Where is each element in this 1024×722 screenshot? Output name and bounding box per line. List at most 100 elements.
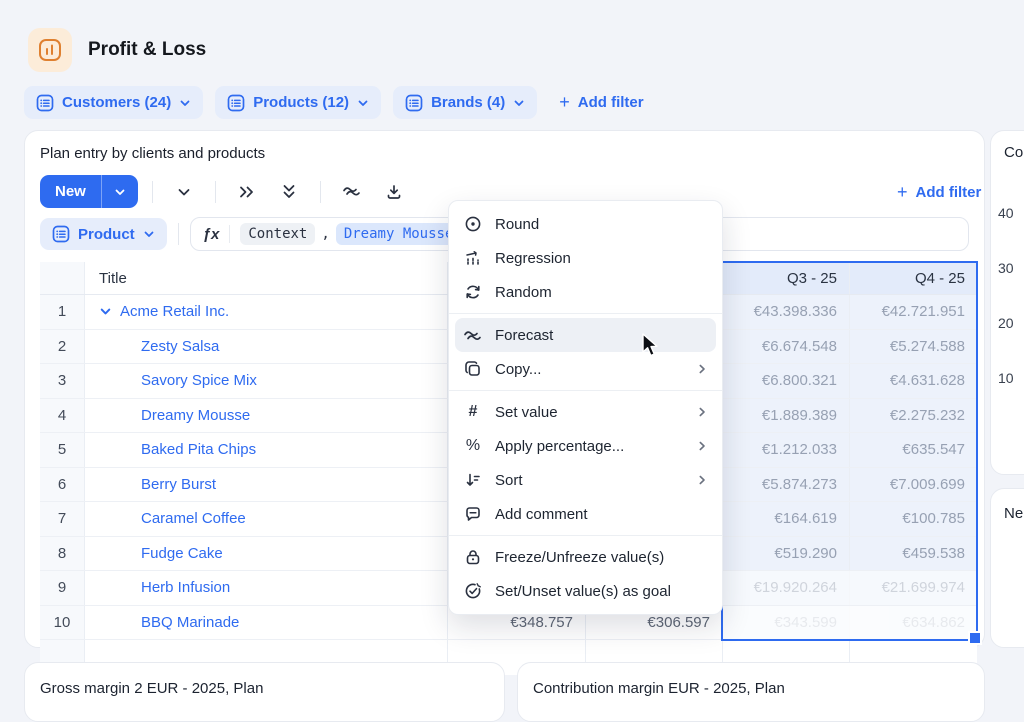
value-cell-q4[interactable]: €21.699.974 [850,571,977,605]
row-number[interactable]: 4 [40,398,85,432]
row-number[interactable]: 10 [40,605,85,639]
random-icon [463,283,483,301]
forecast-wave-icon [342,186,360,196]
column-header-q3[interactable]: Q3 - 25 [723,262,850,294]
toolbar-divider [177,223,179,245]
add-filter-button[interactable]: + Add filter [549,92,653,113]
row-number[interactable]: 3 [40,364,85,398]
row-title-cell[interactable]: Fudge Cake [85,536,448,570]
menu-item-label: Random [495,283,552,301]
new-button-label[interactable]: New [40,175,101,208]
row-number[interactable]: 6 [40,467,85,501]
menu-item-regression[interactable]: Regression [449,241,722,275]
formula-comma: , [321,226,330,242]
value-cell-q4[interactable]: €42.721.951 [850,295,977,329]
filter-chip-products[interactable]: Products (12) [215,86,382,119]
row-title-cell[interactable]: Dreamy Mousse [85,398,448,432]
filter-chip-label: Brands (4) [431,94,506,111]
fx-icon: ƒx [202,225,220,243]
comment-icon [463,505,483,523]
menu-item-label: Set/Unset value(s) as goal [495,582,671,600]
collapse-row-button[interactable] [167,175,201,208]
add-filter-label: Add filter [915,184,982,201]
expand-chevron-icon[interactable] [99,305,112,318]
percent-icon: % [465,437,481,454]
report-logo [28,28,72,72]
value-cell-q3[interactable]: €6.800.321 [723,364,850,398]
menu-item-random[interactable]: Random [449,275,722,309]
row-number[interactable]: 1 [40,295,85,329]
menu-item-label: Freeze/Unfreeze value(s) [495,548,665,566]
value-cell-q4[interactable]: €459.538 [850,536,977,570]
download-button[interactable] [377,175,411,208]
menu-item-set-unset-goal[interactable]: Set/Unset value(s) as goal [449,574,722,608]
sort-icon [463,471,483,489]
menu-item-sort[interactable]: Sort [449,463,722,497]
forecast-wave-icon [463,327,483,343]
row-number[interactable]: 7 [40,502,85,536]
row-number[interactable]: 5 [40,433,85,467]
value-cell-q3[interactable]: €5.874.273 [723,467,850,501]
value-cell-q3[interactable]: €1.212.033 [723,433,850,467]
filter-bar: Customers (24) Products (12) Brands (4) … [24,86,654,119]
formula-token-reference[interactable]: Dreamy Mousse [335,223,462,245]
value-cell-q4[interactable]: €2.275.232 [850,398,977,432]
menu-item-set-value[interactable]: # Set value [449,395,722,429]
row-title-cell[interactable]: Zesty Salsa [85,329,448,363]
value-cell-q3[interactable]: €6.674.548 [723,329,850,363]
row-number[interactable]: 2 [40,329,85,363]
value-cell-q4[interactable]: €4.631.628 [850,364,977,398]
menu-item-apply-percentage[interactable]: % Apply percentage... [449,429,722,463]
filter-chip-brands[interactable]: Brands (4) [393,86,538,119]
dimension-chip-product[interactable]: Product [40,218,167,250]
value-cell-q4[interactable]: €634.862 [850,605,977,639]
row-number[interactable]: 9 [40,571,85,605]
toolbar-divider [319,180,321,203]
contribution-margin-card-title: Contribution margin EUR - 2025, Plan [533,680,785,697]
collapse-all-button[interactable] [272,175,306,208]
value-cell-q4[interactable]: €7.009.699 [850,467,977,501]
row-title-cell[interactable]: Herb Infusion [85,571,448,605]
value-cell-q3[interactable]: €343.599 [723,605,850,639]
menu-item-add-comment[interactable]: Add comment [449,497,722,531]
row-title-cell[interactable]: Savory Spice Mix [85,364,448,398]
value-cell-q3[interactable]: €519.290 [723,536,850,570]
row-title-cell[interactable]: Baked Pita Chips [85,433,448,467]
dimension-chip-label: Product [78,225,135,243]
value-cell-q3[interactable]: €1.889.389 [723,398,850,432]
add-filter-label: Add filter [577,94,644,111]
row-title-cell[interactable]: BBQ Marinade [85,605,448,639]
value-cell-q3[interactable]: €19.920.264 [723,571,850,605]
filter-chip-label: Customers (24) [62,94,172,111]
toolbar-divider [151,180,153,203]
row-title-cell[interactable]: Caramel Coffee [85,502,448,536]
formula-token-context[interactable]: Context [240,223,316,245]
menu-item-label: Copy... [495,360,542,378]
submenu-chevron-icon [696,406,708,418]
row-title-cell[interactable]: Berry Burst [85,467,448,501]
row-title: Berry Burst [141,475,217,493]
expand-all-button[interactable] [230,175,264,208]
row-title-cell[interactable]: Acme Retail Inc. [85,295,448,329]
value-cell-q4[interactable]: €635.547 [850,433,977,467]
hash-icon: # [468,403,478,420]
row-number[interactable]: 8 [40,536,85,570]
panel-add-filter-button[interactable]: + Add filter [887,182,991,203]
column-header-q4[interactable]: Q4 - 25 [850,262,977,294]
menu-item-copy[interactable]: Copy... [449,352,722,386]
forecast-tool-button[interactable] [335,175,369,208]
value-cell-q3[interactable]: €43.398.336 [723,295,850,329]
chart-axis-label: 10 [998,370,1014,386]
filter-chip-customers[interactable]: Customers (24) [24,86,204,119]
menu-item-forecast[interactable]: Forecast [455,318,716,352]
value-cell-q4[interactable]: €100.785 [850,502,977,536]
menu-item-freeze-unfreeze[interactable]: Freeze/Unfreeze value(s) [449,540,722,574]
value-cell-q3[interactable]: €164.619 [723,502,850,536]
value-cell-q4[interactable]: €5.274.588 [850,329,977,363]
copy-icon [463,360,483,378]
goal-target-icon [463,582,483,600]
title-column-header[interactable]: Title [85,262,448,294]
new-button[interactable]: New [40,175,138,208]
menu-item-round[interactable]: Round [449,207,722,241]
new-button-caret[interactable] [100,175,138,208]
